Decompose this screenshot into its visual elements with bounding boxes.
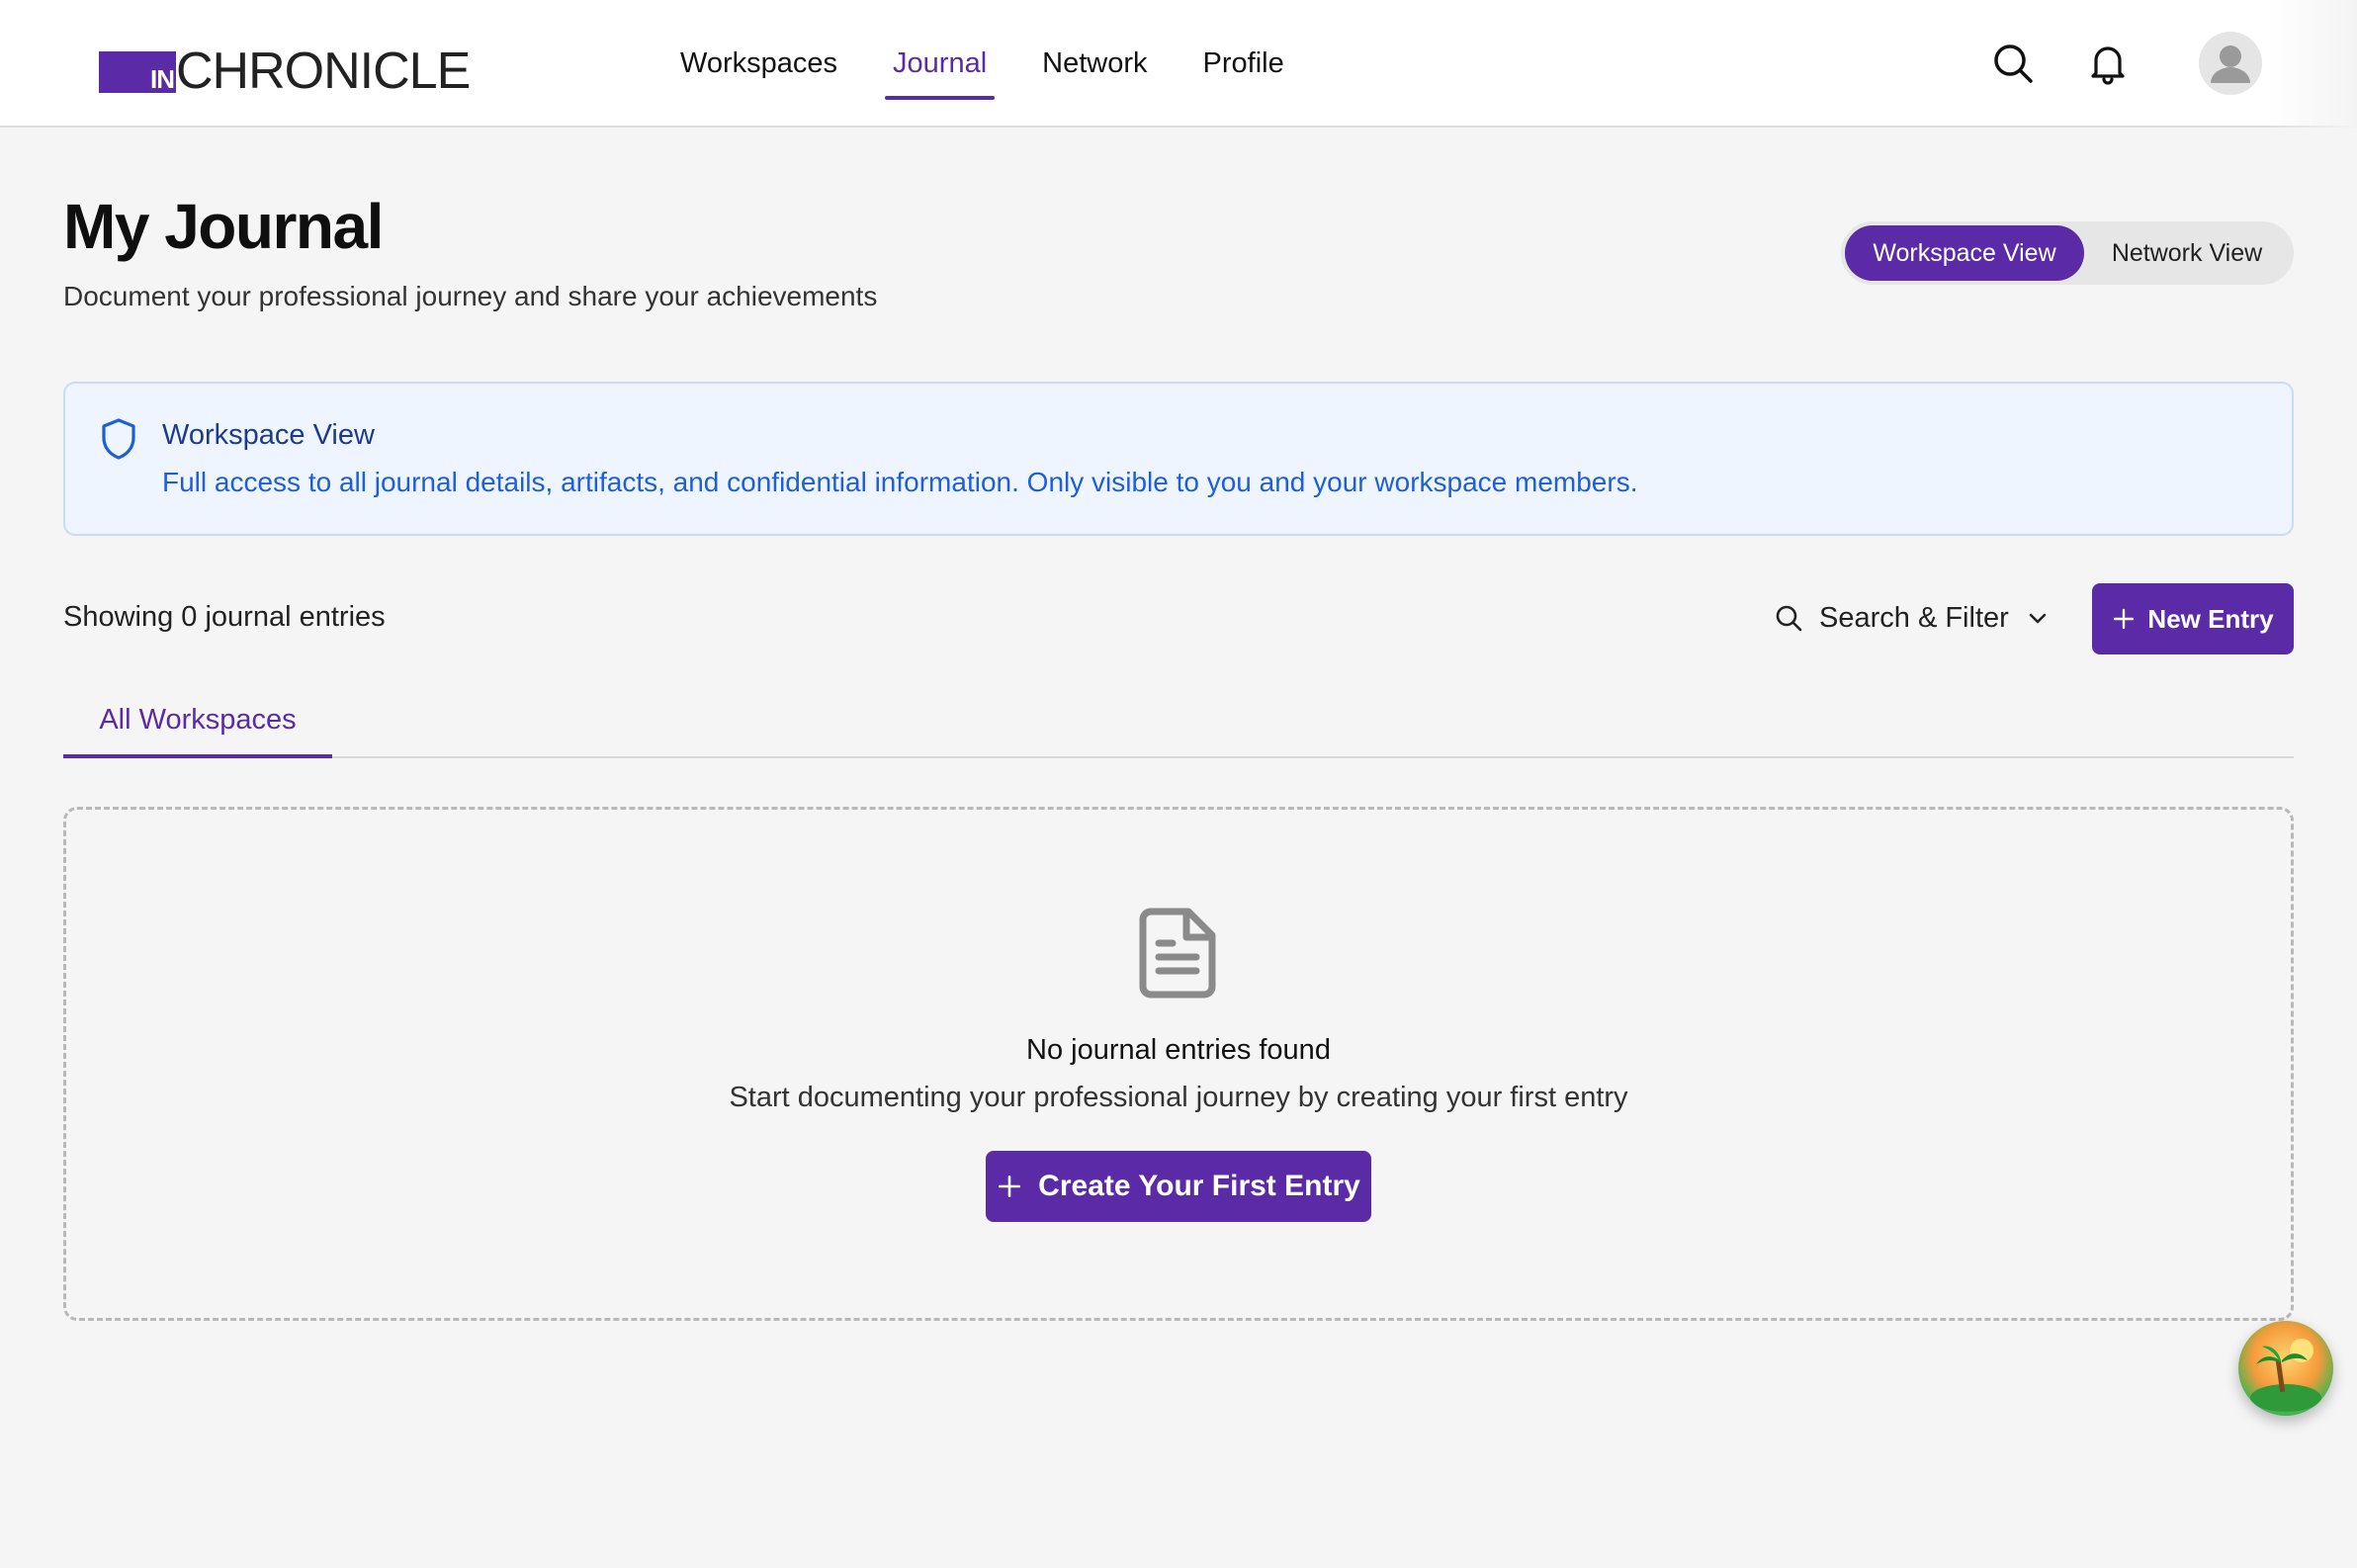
assistant-fab[interactable] — [2238, 1321, 2333, 1416]
workspace-view-button[interactable]: Workspace View — [1845, 225, 2084, 281]
search-icon — [1776, 605, 1802, 632]
avatar[interactable] — [2199, 32, 2262, 95]
empty-state-text: Start documenting your professional jour… — [729, 1082, 1628, 1113]
create-first-entry-label: Create Your First Entry — [1038, 1170, 1360, 1202]
shield-icon — [102, 418, 135, 460]
chevron-down-icon — [2029, 613, 2047, 624]
plus-icon — [2114, 608, 2135, 630]
nav-item-workspaces[interactable]: Workspaces — [653, 0, 865, 128]
page-title: My Journal — [63, 191, 384, 262]
user-icon — [2211, 45, 2250, 83]
nav-item-profile[interactable]: Profile — [1176, 0, 1312, 128]
tab-all-workspaces[interactable]: All Workspaces — [63, 696, 332, 758]
island-icon — [2250, 1339, 2321, 1412]
info-banner: Workspace View Full access to all journa… — [63, 382, 2294, 536]
document-icon — [1139, 908, 1216, 999]
empty-state-title: No journal entries found — [1026, 1034, 1331, 1066]
search-filter-button[interactable]: Search & Filter — [1774, 583, 2051, 653]
brand-logo[interactable]: IN CHRONICLE — [99, 43, 471, 100]
network-view-button[interactable]: Network View — [2084, 225, 2290, 281]
tabs-divider — [63, 756, 2294, 758]
search-icon[interactable] — [1989, 40, 2037, 87]
main-nav: Workspaces Journal Network Profile — [653, 0, 1312, 128]
logo-mark: IN — [99, 51, 176, 94]
create-first-entry-button[interactable]: Create Your First Entry — [986, 1151, 1371, 1222]
page-subtitle: Document your professional journey and s… — [63, 281, 878, 311]
new-entry-label: New Entry — [2147, 603, 2274, 634]
logo-name: CHRONICLE — [176, 43, 471, 100]
entry-count: Showing 0 journal entries — [63, 601, 386, 633]
new-entry-button[interactable]: New Entry — [2092, 583, 2294, 654]
nav-item-journal[interactable]: Journal — [865, 0, 1014, 128]
scroll-fade — [2264, 0, 2357, 128]
search-filter-label: Search & Filter — [1819, 601, 2009, 634]
view-toggle: Workspace View Network View — [1841, 221, 2294, 285]
logo-prefix: IN — [150, 64, 175, 94]
plus-icon — [999, 1175, 1021, 1198]
top-nav-bar: IN CHRONICLE Workspaces Journal Network … — [0, 0, 2357, 128]
bell-icon[interactable] — [2084, 40, 2132, 87]
nav-item-network[interactable]: Network — [1014, 0, 1175, 128]
banner-text: Full access to all journal details, arti… — [162, 467, 1638, 497]
banner-title: Workspace View — [162, 419, 375, 451]
